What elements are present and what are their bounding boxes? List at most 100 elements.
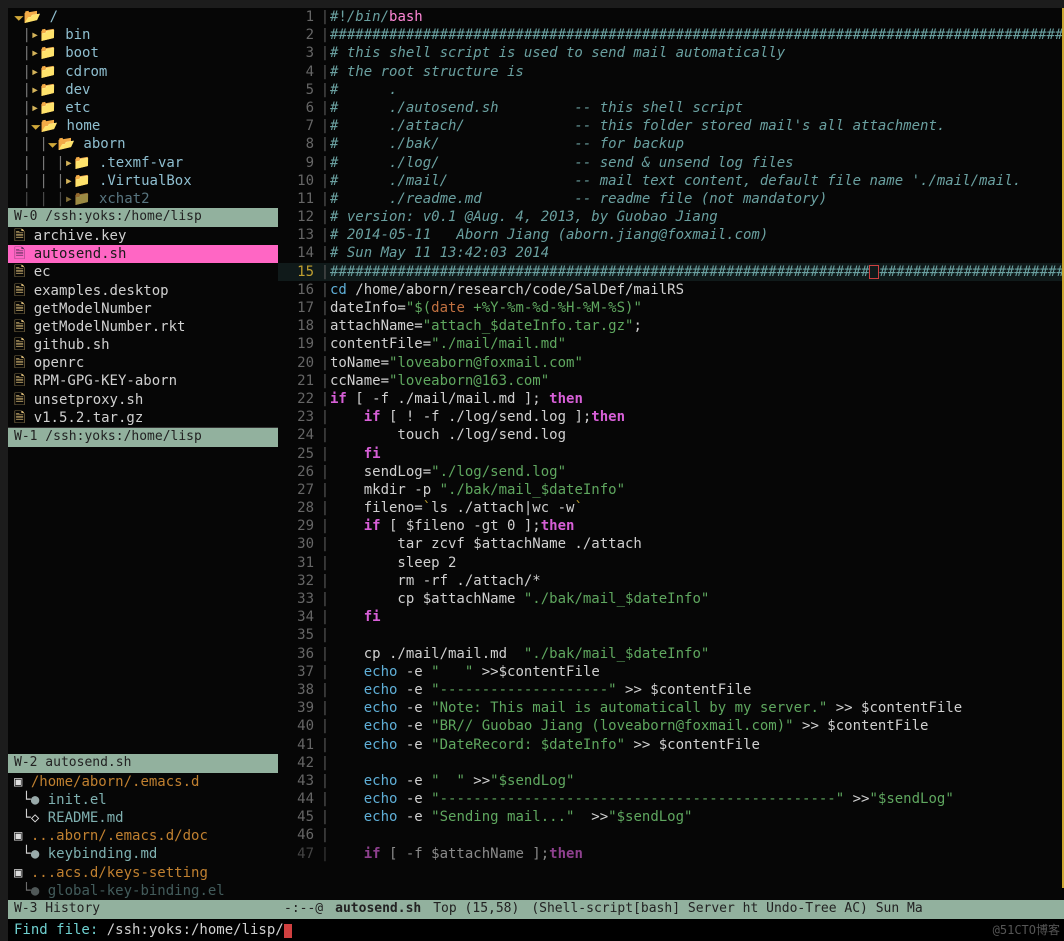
line-number: 23: [278, 408, 320, 426]
code-line[interactable]: 20|toName="loveaborn@foxmail.com": [278, 354, 1064, 372]
code-line[interactable]: 30| tar zcvf $attachName ./attach: [278, 535, 1064, 553]
tree-item[interactable]: | | |▸📁 .VirtualBox: [8, 172, 278, 190]
code-line[interactable]: 45| echo -e "Sending mail..." >>"$sendLo…: [278, 808, 1064, 826]
history-dir[interactable]: ▣ ...acs.d/keys-setting: [8, 864, 278, 882]
code-line[interactable]: 6|# ./autosend.sh -- this shell script: [278, 99, 1064, 117]
whitespace-marker: [869, 265, 879, 279]
file-item[interactable]: 🗎 autosend.sh: [8, 245, 278, 263]
code-line[interactable]: 9|# ./log/ -- send & unsend log files: [278, 154, 1064, 172]
tree-item[interactable]: |▸📁 bin: [8, 26, 278, 44]
tree-item[interactable]: | | |▸📁 .texmf-var: [8, 154, 278, 172]
history-dir[interactable]: ▣ ...aborn/.emacs.d/doc: [8, 827, 278, 845]
file-item[interactable]: 🗎 examples.desktop: [8, 282, 278, 300]
tree-item[interactable]: |▸📁 etc: [8, 99, 278, 117]
code-line[interactable]: 38| echo -e "--------------------" >> $c…: [278, 681, 1064, 699]
file-item[interactable]: 🗎 unsetproxy.sh: [8, 391, 278, 409]
history-file[interactable]: └● init.el: [8, 791, 278, 809]
history-file[interactable]: └● global-key-binding.el: [8, 882, 278, 900]
sidebar: 🞃📂 / |▸📁 bin |▸📁 boot |▸📁 cdrom |▸📁 dev …: [8, 8, 278, 919]
code-line[interactable]: 11|# ./readme.md -- readme file (not man…: [278, 190, 1064, 208]
line-number: 44: [278, 790, 320, 808]
editor[interactable]: 1|#!/bin/bash2|#########################…: [278, 8, 1064, 919]
minibuffer[interactable]: Find file: /ssh:yoks:/home/lisp/: [8, 919, 1064, 941]
code-line[interactable]: 39| echo -e "Note: This mail is automati…: [278, 699, 1064, 717]
line-number: 7: [278, 117, 320, 135]
code-line[interactable]: 29| if [ $fileno -gt 0 ];then: [278, 517, 1064, 535]
code-line[interactable]: 32| rm -rf ./attach/*: [278, 572, 1064, 590]
line-number: 20: [278, 354, 320, 372]
code-line[interactable]: 46|: [278, 826, 1064, 844]
history-file[interactable]: └● keybinding.md: [8, 845, 278, 863]
file-item[interactable]: 🗎 ec: [8, 263, 278, 281]
code-line[interactable]: 21|ccName="loveaborn@163.com": [278, 372, 1064, 390]
code-line[interactable]: 31| sleep 2: [278, 554, 1064, 572]
code-line[interactable]: 12|# version: v0.1 @Aug. 4, 2013, by Guo…: [278, 208, 1064, 226]
minibuffer-input[interactable]: /ssh:yoks:/home/lisp/: [107, 922, 284, 938]
line-number: 36: [278, 645, 320, 663]
code-line[interactable]: 44| echo -e "---------------------------…: [278, 790, 1064, 808]
line-number: 21: [278, 372, 320, 390]
file-list-pane: 🗎 archive.key🗎 autosend.sh🗎 ec🗎 examples…: [8, 227, 278, 428]
code-line[interactable]: 36| cp ./mail/mail.md "./bak/mail_$dateI…: [278, 645, 1064, 663]
tree-item[interactable]: | |🞃📂 aborn: [8, 135, 278, 153]
file-item[interactable]: 🗎 getModelNumber.rkt: [8, 318, 278, 336]
file-item[interactable]: 🗎 v1.5.2.tar.gz: [8, 409, 278, 428]
file-item[interactable]: 🗎 getModelNumber: [8, 300, 278, 318]
code-line[interactable]: 8|# ./bak/ -- for backup: [278, 135, 1064, 153]
code-line[interactable]: 18|attachName="attach_$dateInfo.tar.gz";: [278, 317, 1064, 335]
modeline-w1: W-1 /ssh:yoks:/home/lisp: [8, 428, 278, 447]
line-number: 32: [278, 572, 320, 590]
code-line[interactable]: 40| echo -e "BR// Guobao Jiang (loveabor…: [278, 717, 1064, 735]
code-line[interactable]: 27| mkdir -p "./bak/mail_$dateInfo": [278, 481, 1064, 499]
file-item[interactable]: 🗎 archive.key: [8, 227, 278, 245]
code-line[interactable]: 15|#####################################…: [278, 263, 1064, 281]
line-number: 4: [278, 63, 320, 81]
code-line[interactable]: 47| if [ -f $attachName ];then: [278, 845, 1064, 863]
line-number: 16: [278, 281, 320, 299]
watermark: @51CTO博客: [993, 923, 1060, 939]
file-item[interactable]: 🗎 openrc: [8, 354, 278, 372]
code-line[interactable]: 33| cp $attachName "./bak/mail_$dateInfo…: [278, 590, 1064, 608]
code-line[interactable]: 25| fi: [278, 445, 1064, 463]
code-line[interactable]: 3|# this shell script is used to send ma…: [278, 44, 1064, 62]
code-line[interactable]: 26| sendLog="./log/send.log": [278, 463, 1064, 481]
code-line[interactable]: 22|if [ -f ./mail/mail.md ]; then: [278, 390, 1064, 408]
line-number: 46: [278, 826, 320, 844]
line-number: 31: [278, 554, 320, 572]
code-line[interactable]: 2|######################################…: [278, 26, 1064, 44]
code-line[interactable]: 43| echo -e " " >>"$sendLog": [278, 772, 1064, 790]
code-line[interactable]: 19|contentFile="./mail/mail.md": [278, 335, 1064, 353]
code-line[interactable]: 28| fileno=`ls ./attach|wc -w`: [278, 499, 1064, 517]
code-line[interactable]: 5|# .: [278, 81, 1064, 99]
code-line[interactable]: 17|dateInfo="$(date +%Y-%m-%d-%H-%M-%S)": [278, 299, 1064, 317]
history-dir[interactable]: ▣ /home/aborn/.emacs.d: [8, 773, 278, 791]
modeline-w3: W-3 History: [8, 900, 278, 919]
code-line[interactable]: 4|# the root structure is: [278, 63, 1064, 81]
code-line[interactable]: 34| fi: [278, 608, 1064, 626]
code-line[interactable]: 41| echo -e "DateRecord: $dateInfo" >> $…: [278, 736, 1064, 754]
modeline-modes: (Shell-script[bash] Server ht Undo-Tree …: [531, 901, 922, 918]
tree-item[interactable]: |▸📁 dev: [8, 81, 278, 99]
tree-item[interactable]: | | |▸📁 xchat2: [8, 190, 278, 208]
code-line[interactable]: 37| echo -e " " >>$contentFile: [278, 663, 1064, 681]
code-line[interactable]: 16|cd /home/aborn/research/code/SalDef/m…: [278, 281, 1064, 299]
code-line[interactable]: 42|: [278, 754, 1064, 772]
code-line[interactable]: 24| touch ./log/send.log: [278, 426, 1064, 444]
code-line[interactable]: 35|: [278, 626, 1064, 644]
code-line[interactable]: 1|#!/bin/bash: [278, 8, 1064, 26]
code-line[interactable]: 14|# Sun May 11 13:42:03 2014: [278, 244, 1064, 262]
tree-item[interactable]: 🞃📂 /: [8, 8, 278, 26]
tree-item[interactable]: |▸📁 cdrom: [8, 63, 278, 81]
code-line[interactable]: 10|# ./mail/ -- mail text content, defau…: [278, 172, 1064, 190]
history-file[interactable]: └◇ README.md: [8, 809, 278, 827]
modeline-main: -:--@ autosend.sh Top (15,58) (Shell-scr…: [278, 900, 1064, 919]
line-number: 3: [278, 44, 320, 62]
line-number: 2: [278, 26, 320, 44]
tree-item[interactable]: |🞃📂 home: [8, 117, 278, 135]
tree-item[interactable]: |▸📁 boot: [8, 44, 278, 62]
code-line[interactable]: 13|# 2014-05-11 Aborn Jiang (aborn.jiang…: [278, 226, 1064, 244]
code-line[interactable]: 7|# ./attach/ -- this folder stored mail…: [278, 117, 1064, 135]
file-item[interactable]: 🗎 github.sh: [8, 336, 278, 354]
code-line[interactable]: 23| if [ ! -f ./log/send.log ];then: [278, 408, 1064, 426]
file-item[interactable]: 🗎 RPM-GPG-KEY-aborn: [8, 372, 278, 390]
